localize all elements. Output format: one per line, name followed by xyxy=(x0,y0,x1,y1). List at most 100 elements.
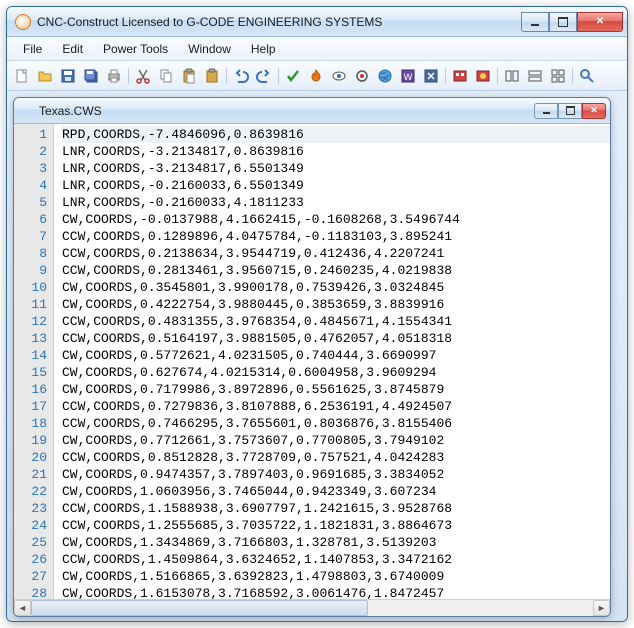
scroll-track[interactable] xyxy=(31,600,593,616)
doc-close-button[interactable] xyxy=(582,103,606,119)
code-line[interactable]: CCW,COORDS,1.4509864,3.6324652,1.1407853… xyxy=(62,551,610,568)
code-line[interactable]: CW,COORDS,1.5166865,3.6392823,1.4798803,… xyxy=(62,568,610,585)
tool1-icon[interactable]: W xyxy=(397,65,419,87)
target-icon[interactable] xyxy=(351,65,373,87)
line-number: 17 xyxy=(14,398,47,415)
code-line[interactable]: CCW,COORDS,1.1588938,3.6907797,1.2421615… xyxy=(62,500,610,517)
menu-edit[interactable]: Edit xyxy=(52,39,93,59)
code-line[interactable]: CW,COORDS,0.3545801,3.9900178,0.7539426,… xyxy=(62,279,610,296)
tool2-icon[interactable] xyxy=(420,65,442,87)
line-number: 2 xyxy=(14,143,47,160)
undo-icon[interactable] xyxy=(230,65,252,87)
horizontal-scrollbar[interactable]: ◄ ► xyxy=(14,599,610,616)
toolbar-separator xyxy=(126,65,131,87)
code-line[interactable]: CW,COORDS,0.627674,4.0215314,0.6004958,3… xyxy=(62,364,610,381)
redo-icon[interactable] xyxy=(253,65,275,87)
line-number: 3 xyxy=(14,160,47,177)
code-line[interactable]: LNR,COORDS,-3.2134817,0.8639816 xyxy=(62,143,610,160)
line-number: 16 xyxy=(14,381,47,398)
code-area[interactable]: RPD,COORDS,-7.4846096,0.8639816LNR,COORD… xyxy=(54,124,610,599)
code-line[interactable]: CW,COORDS,1.3434869,3.7166803,1.328781,3… xyxy=(62,534,610,551)
line-number: 13 xyxy=(14,330,47,347)
menu-power-tools[interactable]: Power Tools xyxy=(93,39,178,59)
code-line[interactable]: CCW,COORDS,0.1289896,4.0475784,-0.118310… xyxy=(62,228,610,245)
line-number: 26 xyxy=(14,551,47,568)
document-title-bar: Texas.CWS xyxy=(14,98,610,124)
code-line[interactable]: CW,COORDS,0.5772621,4.0231505,0.740444,3… xyxy=(62,347,610,364)
scroll-right-arrow[interactable]: ► xyxy=(593,600,610,616)
code-line[interactable]: RPD,COORDS,-7.4846096,0.8639816 xyxy=(62,126,610,143)
line-number: 6 xyxy=(14,211,47,228)
new-file-icon[interactable] xyxy=(11,65,33,87)
code-line[interactable]: LNR,COORDS,-3.2134817,6.5501349 xyxy=(62,160,610,177)
flame-icon[interactable] xyxy=(305,65,327,87)
code-line[interactable]: LNR,COORDS,-0.2160033,4.1811233 xyxy=(62,194,610,211)
search-icon[interactable] xyxy=(576,65,598,87)
menu-help[interactable]: Help xyxy=(241,39,286,59)
code-line[interactable]: CCW,COORDS,0.2813461,3.9560715,0.2460235… xyxy=(62,262,610,279)
line-number: 9 xyxy=(14,262,47,279)
globe-icon[interactable] xyxy=(374,65,396,87)
line-number: 20 xyxy=(14,449,47,466)
toolbar-separator xyxy=(495,65,500,87)
app-icon xyxy=(15,14,31,30)
code-editor[interactable]: 1234567891011121314151617181920212223242… xyxy=(14,124,610,599)
menu-file[interactable]: File xyxy=(13,39,52,59)
code-line[interactable]: CW,COORDS,1.6153078,3.7168592,3.0061476,… xyxy=(62,585,610,599)
line-number: 19 xyxy=(14,432,47,449)
minimize-button[interactable] xyxy=(521,12,549,32)
line-number: 8 xyxy=(14,245,47,262)
main-window: CNC-Construct Licensed to G-CODE ENGINEE… xyxy=(6,6,628,622)
line-number: 24 xyxy=(14,517,47,534)
code-line[interactable]: CW,COORDS,0.7179986,3.8972896,0.5561625,… xyxy=(62,381,610,398)
code-line[interactable]: CCW,COORDS,0.2138634,3.9544719,0.412436,… xyxy=(62,245,610,262)
code-line[interactable]: CW,COORDS,1.0603956,3.7465044,0.9423349,… xyxy=(62,483,610,500)
document-filename: Texas.CWS xyxy=(39,104,102,118)
tool4-icon[interactable] xyxy=(472,65,494,87)
code-line[interactable]: CCW,COORDS,0.4831355,3.9768354,0.4845671… xyxy=(62,313,610,330)
print-icon[interactable] xyxy=(103,65,125,87)
layout2-icon[interactable] xyxy=(524,65,546,87)
save-icon[interactable] xyxy=(57,65,79,87)
code-line[interactable]: CW,COORDS,0.7712661,3.7573607,0.7700805,… xyxy=(62,432,610,449)
paste-icon[interactable] xyxy=(178,65,200,87)
code-line[interactable]: CCW,COORDS,0.7466295,3.7655601,0.8036876… xyxy=(62,415,610,432)
layout1-icon[interactable] xyxy=(501,65,523,87)
code-line[interactable]: CCW,COORDS,0.8512828,3.7728709,0.757521,… xyxy=(62,449,610,466)
maximize-button[interactable] xyxy=(549,12,577,32)
svg-text:W: W xyxy=(404,72,413,82)
window-title: CNC-Construct Licensed to G-CODE ENGINEE… xyxy=(37,15,382,29)
doc-maximize-button[interactable] xyxy=(558,103,582,119)
cut-icon[interactable] xyxy=(132,65,154,87)
line-number: 10 xyxy=(14,279,47,296)
layout3-icon[interactable] xyxy=(547,65,569,87)
save-all-icon[interactable] xyxy=(80,65,102,87)
doc-minimize-button[interactable] xyxy=(534,103,558,119)
eye-icon[interactable] xyxy=(328,65,350,87)
copy-icon[interactable] xyxy=(155,65,177,87)
menu-window[interactable]: Window xyxy=(178,39,241,59)
document-window: Texas.CWS 123456789101112131415161718192… xyxy=(13,97,611,617)
window-controls xyxy=(521,12,623,32)
line-number: 15 xyxy=(14,364,47,381)
code-line[interactable]: LNR,COORDS,-0.2160033,6.5501349 xyxy=(62,177,610,194)
toolbar-separator xyxy=(276,65,281,87)
code-line[interactable]: CW,COORDS,0.9474357,3.7897403,0.9691685,… xyxy=(62,466,610,483)
code-line[interactable]: CW,COORDS,-0.0137988,4.1662415,-0.160826… xyxy=(62,211,610,228)
open-folder-icon[interactable] xyxy=(34,65,56,87)
code-line[interactable]: CCW,COORDS,1.2555685,3.7035722,1.1821831… xyxy=(62,517,610,534)
line-number: 22 xyxy=(14,483,47,500)
toolbar-separator xyxy=(570,65,575,87)
tool3-icon[interactable] xyxy=(449,65,471,87)
clipboard-icon[interactable] xyxy=(201,65,223,87)
line-number: 14 xyxy=(14,347,47,364)
code-line[interactable]: CCW,COORDS,0.7279836,3.8107888,6.2536191… xyxy=(62,398,610,415)
scroll-left-arrow[interactable]: ◄ xyxy=(14,600,31,616)
line-number: 27 xyxy=(14,568,47,585)
check-icon[interactable] xyxy=(282,65,304,87)
code-line[interactable]: CCW,COORDS,0.5164197,3.9881505,0.4762057… xyxy=(62,330,610,347)
code-line[interactable]: CW,COORDS,0.4222754,3.9880445,0.3853659,… xyxy=(62,296,610,313)
line-number: 28 xyxy=(14,585,47,599)
close-button[interactable] xyxy=(577,12,623,32)
scroll-thumb[interactable] xyxy=(31,600,368,616)
